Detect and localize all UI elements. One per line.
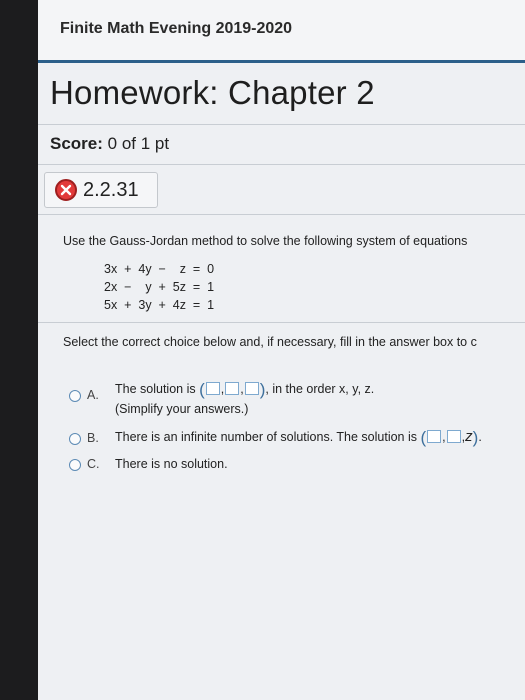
choice-b-letter: B. [87,431,99,445]
choice-c-letter: C. [87,457,100,471]
choice-a-text-before: The solution is [115,382,196,396]
divider [38,164,525,165]
choice-a-text: The solution is (,,), in the order x, y,… [115,380,375,399]
choice-a-text-after: , in the order x, y, z. [265,382,375,396]
choice-b-tail: . [478,430,482,444]
equation-1: 3x + 4y − z = 0 [104,262,215,276]
incorrect-x-icon [55,179,77,201]
course-header: Finite Math Evening 2019-2020 [38,0,525,63]
question-id-box: 2.2.31 [44,172,158,208]
paren-open: ( [420,428,427,447]
instruction-text: Select the correct choice below and, if … [63,335,477,349]
divider [38,124,525,125]
choice-a-note: (Simplify your answers.) [115,402,249,416]
divider [38,214,525,215]
screen: Finite Math Evening 2019-2020 Homework: … [38,0,525,700]
answer-box-b1[interactable] [427,430,442,443]
answer-box-b2[interactable] [446,430,461,443]
choice-c-text: There is no solution. [115,457,228,471]
answer-box-x[interactable] [205,382,220,395]
paren-open: ( [199,380,205,399]
equation-2: 2x − y + 5z = 1 [104,280,215,294]
score-value: 0 of 1 pt [107,134,170,153]
choice-c-radio[interactable] [69,459,81,471]
score-label: Score: [50,134,103,153]
choice-a-letter: A. [87,388,99,402]
question-id: 2.2.31 [83,179,139,201]
equation-3: 5x + 3y + 4z = 1 [104,298,215,312]
page-title: Homework: Chapter 2 [50,74,375,111]
score-line: Score: 0 of 1 pt [50,134,169,154]
header-divider [38,60,525,63]
choice-b-radio[interactable] [69,433,81,445]
answer-box-y[interactable] [225,382,240,395]
question-prompt: Use the Gauss-Jordan method to solve the… [63,234,468,248]
choice-b-text-main: There is an infinite number of solutions… [115,430,418,444]
divider [38,322,525,323]
answer-box-z[interactable] [244,382,259,395]
choice-b-text: There is an infinite number of solutions… [115,428,482,447]
choice-a-radio[interactable] [69,390,81,402]
variable-z: z [465,428,473,445]
course-title[interactable]: Finite Math Evening 2019-2020 [60,20,292,38]
